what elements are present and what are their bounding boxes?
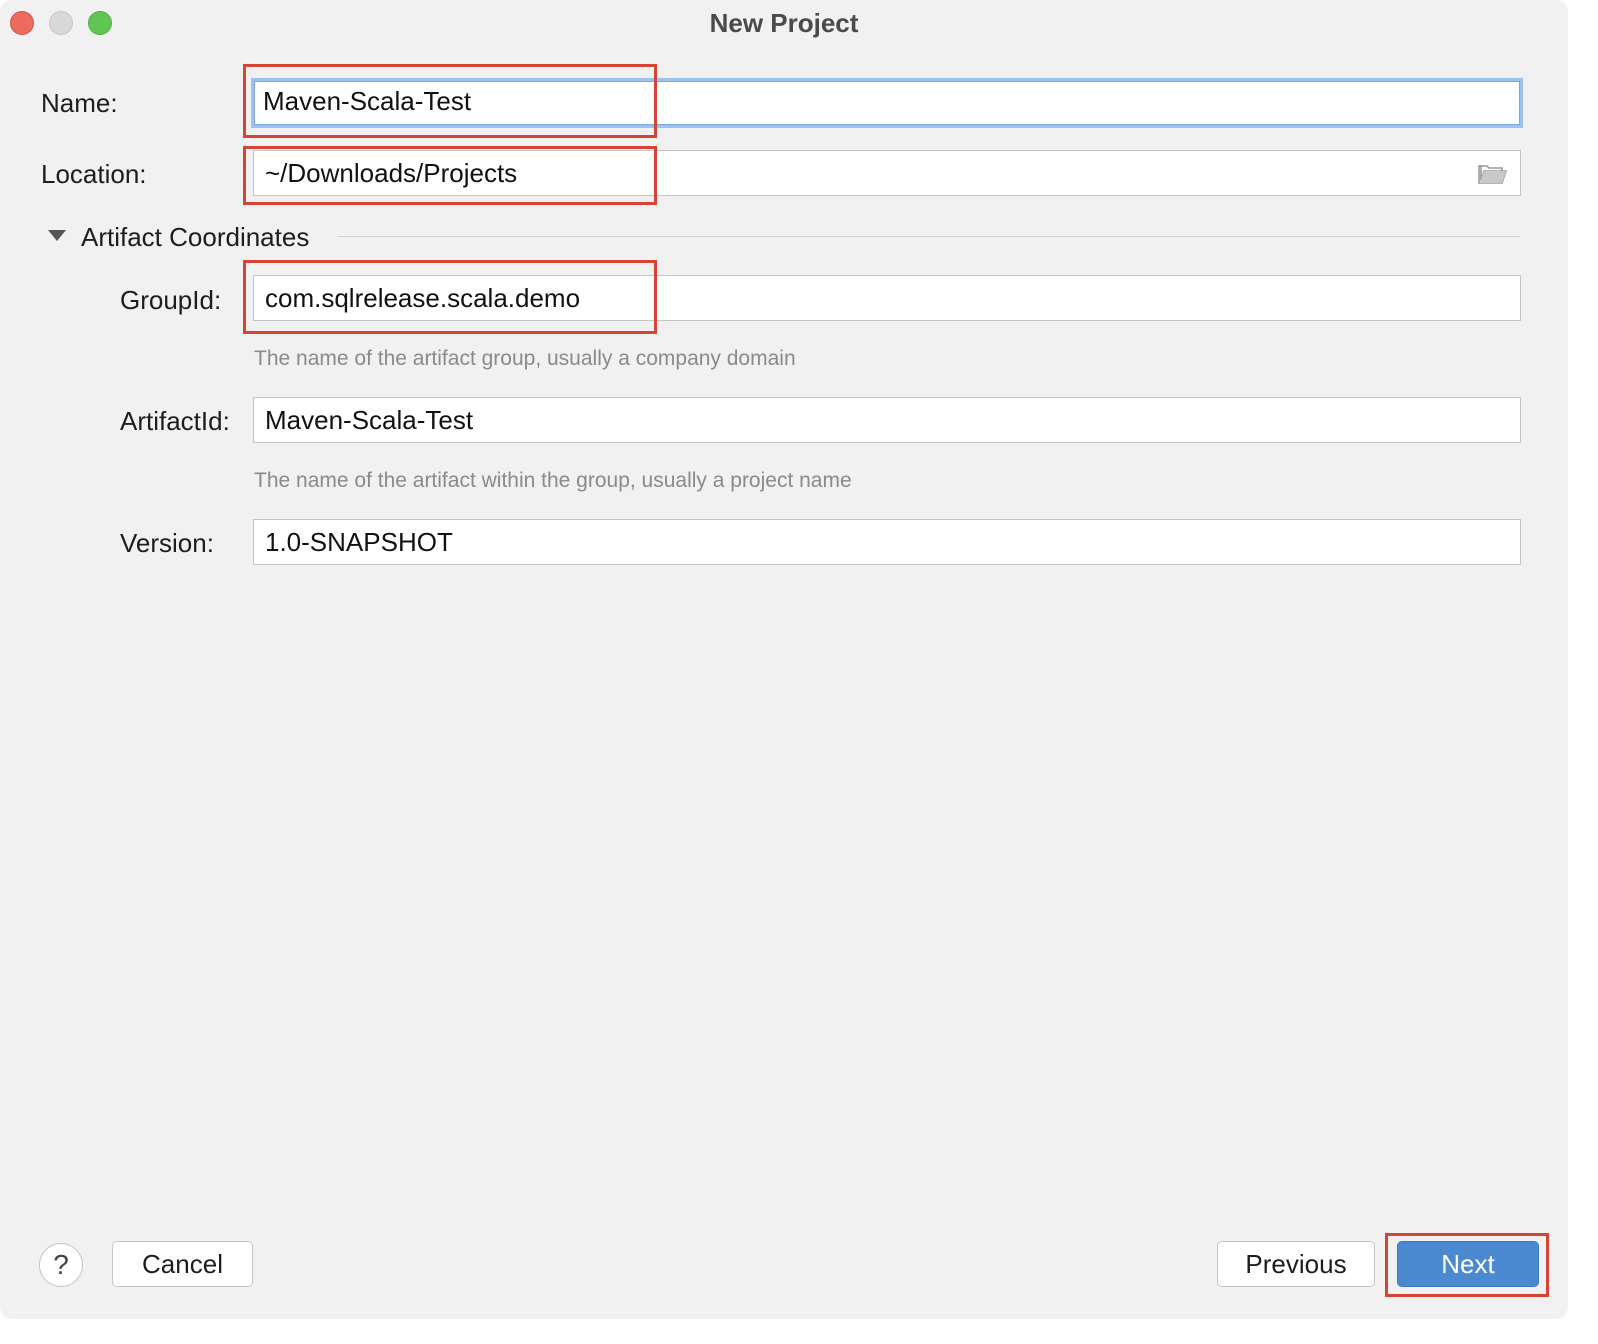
cancel-button[interactable]: Cancel bbox=[112, 1241, 253, 1287]
version-input[interactable]: 1.0-SNAPSHOT bbox=[253, 519, 1521, 565]
disclosure-triangle-icon[interactable] bbox=[48, 230, 66, 241]
title-bar: New Project bbox=[0, 0, 1568, 46]
artifactid-hint: The name of the artifact within the grou… bbox=[254, 469, 852, 492]
help-button[interactable]: ? bbox=[39, 1243, 83, 1287]
window-title: New Project bbox=[709, 8, 859, 38]
name-input[interactable]: Maven-Scala-Test bbox=[251, 78, 1523, 128]
location-input-value: ~/Downloads/Projects bbox=[265, 158, 518, 188]
name-input-value: Maven-Scala-Test bbox=[263, 86, 472, 116]
section-divider bbox=[338, 236, 1520, 237]
artifact-coordinates-heading[interactable]: Artifact Coordinates bbox=[81, 220, 309, 254]
previous-button[interactable]: Previous bbox=[1217, 1241, 1375, 1287]
artifactid-input[interactable]: Maven-Scala-Test bbox=[253, 397, 1521, 443]
groupid-input[interactable]: com.sqlrelease.scala.demo bbox=[253, 275, 1521, 321]
artifactid-label: ArtifactId: bbox=[120, 406, 230, 436]
groupid-hint: The name of the artifact group, usually … bbox=[254, 347, 796, 370]
next-button[interactable]: Next bbox=[1397, 1241, 1539, 1287]
new-project-dialog: New Project Name: Maven-Scala-Test Locat… bbox=[0, 0, 1568, 1319]
version-label: Version: bbox=[120, 528, 214, 558]
folder-icon[interactable] bbox=[1478, 162, 1508, 186]
artifactid-input-value: Maven-Scala-Test bbox=[265, 405, 474, 435]
groupid-input-value: com.sqlrelease.scala.demo bbox=[265, 283, 581, 313]
version-input-value: 1.0-SNAPSHOT bbox=[265, 527, 453, 557]
name-label: Name: bbox=[41, 88, 118, 118]
location-input[interactable]: ~/Downloads/Projects bbox=[253, 150, 1521, 196]
groupid-label: GroupId: bbox=[120, 285, 222, 315]
location-label: Location: bbox=[41, 159, 147, 189]
